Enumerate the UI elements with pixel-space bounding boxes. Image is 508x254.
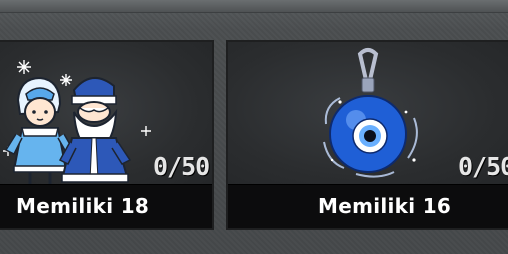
item-art: 0/50: [0, 42, 212, 189]
item-art: 0/50: [228, 42, 508, 189]
top-frame-strip: [0, 0, 508, 13]
item-name: Memiliki 16: [318, 194, 452, 218]
item-card-snow-costume[interactable]: 0/50 Memiliki 18: [0, 40, 214, 230]
item-label-bar: Memiliki 18: [0, 184, 212, 228]
item-card-evil-eye[interactable]: 0/50 Memiliki 16: [226, 40, 508, 230]
item-collection-panel: 0/50 Memiliki 18 0/5 Memiliki 16: [0, 0, 508, 254]
item-name: Memiliki 18: [16, 194, 150, 218]
item-count: 0/50: [458, 152, 508, 181]
item-label-bar: Memiliki 16: [228, 184, 508, 228]
item-count: 0/50: [153, 152, 210, 181]
